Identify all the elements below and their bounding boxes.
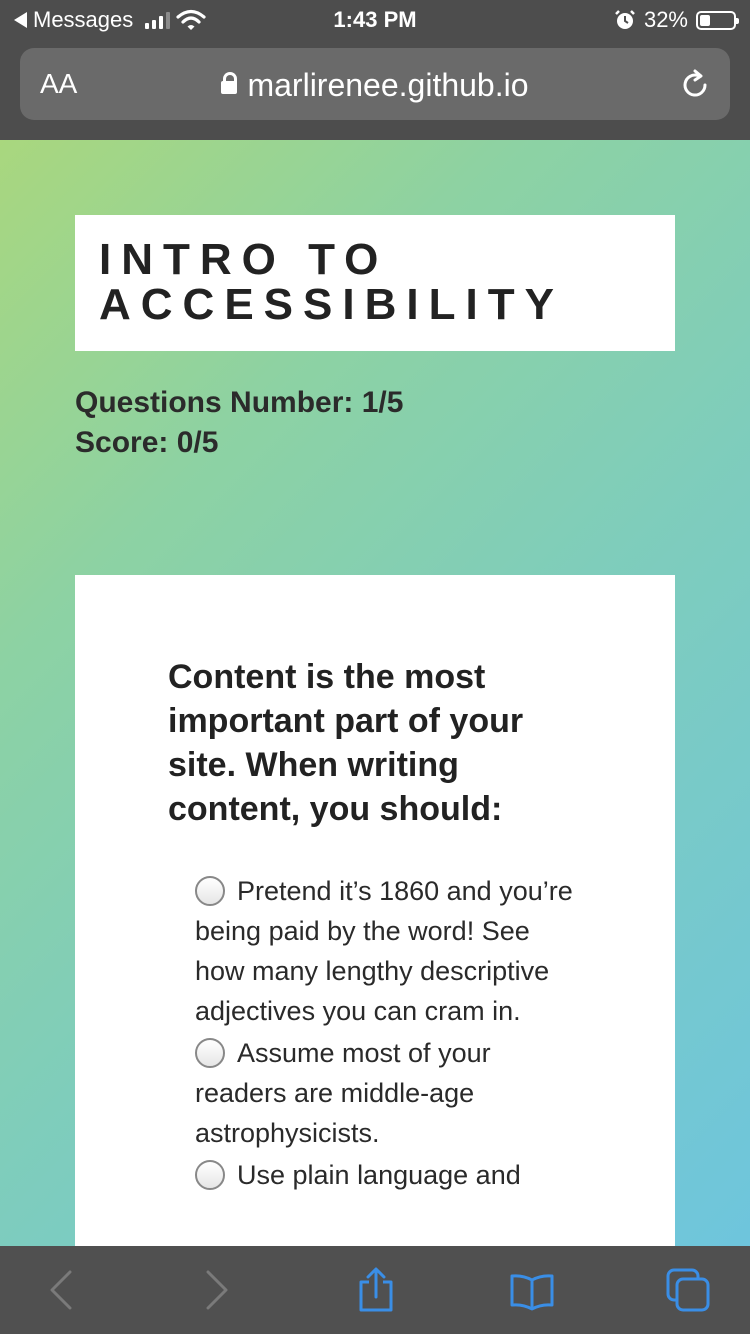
answer-label-3[interactable]: Use plain language and [237, 1160, 521, 1190]
radio-button-1[interactable] [195, 876, 225, 906]
answer-options: Pretend it’s 1860 and you’re being paid … [195, 871, 575, 1197]
battery-percent: 32% [643, 7, 688, 32]
browser-chrome: AA marlirenee.github.io [0, 40, 750, 140]
tabs-icon[interactable] [664, 1266, 712, 1314]
answer-option-2[interactable]: Assume most of your readers are middle-a… [195, 1033, 575, 1153]
title-line-2: ACCESSIBILITY [99, 280, 564, 329]
lock-icon [221, 72, 238, 94]
question-number: Questions Number: 1/5 [75, 386, 404, 419]
answer-option-1[interactable]: Pretend it’s 1860 and you’re being paid … [195, 871, 575, 1031]
forward-icon[interactable] [192, 1266, 240, 1314]
bookmarks-icon[interactable] [508, 1266, 556, 1314]
radio-button-3[interactable] [195, 1160, 225, 1190]
share-icon[interactable] [352, 1266, 400, 1314]
back-icon[interactable] [38, 1266, 86, 1314]
answer-label-2[interactable]: Assume most of your readers are middle-a… [195, 1038, 491, 1148]
url-display[interactable]: marlirenee.github.io [20, 67, 730, 104]
answer-option-3[interactable]: Use plain language and [195, 1155, 575, 1195]
alarm-icon [615, 10, 635, 29]
url-text[interactable]: marlirenee.github.io [247, 67, 528, 103]
web-page: INTRO TO ACCESSIBILITY Questions Number:… [0, 140, 750, 1246]
battery-icon [696, 10, 739, 30]
question-card: Content is the most important part of yo… [75, 575, 675, 1246]
question-text: Content is the most important part of yo… [168, 658, 524, 828]
address-bar[interactable]: AA marlirenee.github.io [20, 48, 730, 120]
score: Score: 0/5 [75, 426, 219, 459]
answer-label-1[interactable]: Pretend it’s 1860 and you’re being paid … [195, 876, 573, 1026]
reload-icon[interactable] [678, 68, 712, 102]
page-title: INTRO TO ACCESSIBILITY [99, 237, 651, 327]
radio-button-2[interactable] [195, 1038, 225, 1068]
status-right: 32% [614, 7, 739, 33]
title-box: INTRO TO ACCESSIBILITY [75, 215, 675, 351]
status-bar: Messages 1:43 PM 32% [0, 0, 750, 40]
quiz-meta: Questions Number: 1/5 Score: 0/5 [75, 383, 403, 463]
browser-toolbar [0, 1246, 750, 1334]
battery-level-fill [700, 14, 711, 26]
title-line-1: INTRO TO [99, 235, 389, 284]
